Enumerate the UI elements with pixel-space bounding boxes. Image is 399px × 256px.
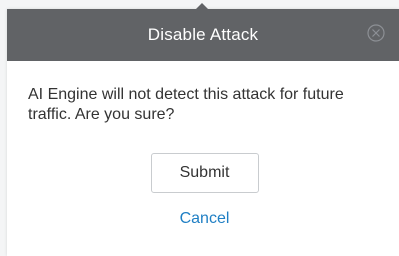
dialog-title: Disable Attack (147, 25, 259, 44)
dialog-actions: Submit Cancel (28, 153, 381, 228)
dialog-body: AI Engine will not detect this attack fo… (7, 61, 399, 228)
confirmation-message: AI Engine will not detect this attack fo… (28, 86, 344, 123)
dialog-header: Disable Attack (7, 3, 399, 61)
close-icon[interactable] (367, 24, 385, 42)
cancel-link[interactable]: Cancel (28, 210, 381, 228)
page-backdrop: Disable Attack AI Engine will not detect… (0, 0, 399, 256)
submit-button[interactable]: Submit (150, 153, 259, 193)
disable-attack-dialog: Disable Attack AI Engine will not detect… (7, 3, 399, 256)
